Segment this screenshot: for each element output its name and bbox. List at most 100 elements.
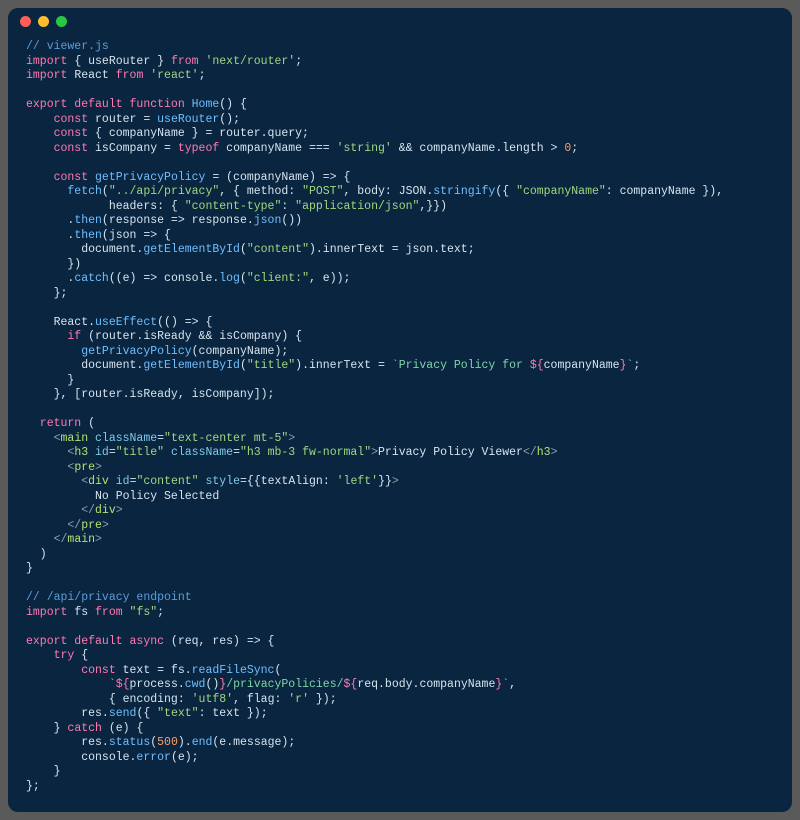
code-block: // viewer.js import { useRouter } from '… [8, 34, 792, 812]
t: React. [26, 316, 95, 329]
zoom-icon[interactable] [56, 16, 67, 27]
t: main [61, 432, 89, 445]
t: ( [240, 272, 247, 285]
t: 'left' [337, 475, 378, 488]
t: > [102, 519, 109, 532]
t: { [74, 649, 88, 662]
t: (e) { [102, 722, 143, 735]
t: }} [378, 475, 392, 488]
t: > [371, 446, 378, 459]
t: (router.isReady && isCompany) { [81, 330, 302, 343]
t: ; [571, 142, 578, 155]
t: 'react' [143, 69, 198, 82]
t: && companyName.length > [392, 142, 565, 155]
t: res. [26, 707, 109, 720]
t: } [26, 562, 33, 575]
t: "POST" [302, 185, 343, 198]
t: "text-center mt-5" [164, 432, 288, 445]
t: getElementById [143, 359, 240, 372]
t: export default function [26, 98, 185, 111]
t: typeof [178, 142, 219, 155]
t: req.body.companyName [357, 678, 495, 691]
t: companyName [544, 359, 620, 372]
t: ( [102, 185, 109, 198]
t: end [192, 736, 213, 749]
minimize-icon[interactable] [38, 16, 49, 27]
t: , [509, 678, 516, 691]
t: catch [74, 272, 109, 285]
t: } [26, 765, 61, 778]
t: import [26, 55, 67, 68]
t: ${ [116, 678, 130, 691]
t: Privacy Policy Viewer [378, 446, 523, 459]
t: router = [88, 113, 157, 126]
t: text = fs. [116, 664, 192, 677]
t: stringify [433, 185, 495, 198]
close-icon[interactable] [20, 16, 31, 27]
t: ({ [136, 707, 157, 720]
t: > [392, 475, 399, 488]
t: const [26, 664, 116, 677]
t: h3 [74, 446, 88, 459]
t: < [26, 475, 88, 488]
t: h3 [537, 446, 551, 459]
t: div [95, 504, 116, 517]
t: useRouter [157, 113, 219, 126]
t: > [95, 533, 102, 546]
t: ; [295, 55, 302, 68]
t: Home [185, 98, 220, 111]
t: id [88, 446, 109, 459]
t: (response => response. [102, 214, 254, 227]
t: = [233, 446, 240, 459]
t: ( [274, 664, 281, 677]
t: cwd [185, 678, 206, 691]
t: , { method: [219, 185, 302, 198]
t: /privacyPolicies/ [226, 678, 343, 691]
t: pre [81, 519, 102, 532]
t: . [26, 214, 74, 227]
t: import [26, 606, 67, 619]
t: console. [26, 751, 136, 764]
t: from [171, 55, 199, 68]
t: = [157, 432, 164, 445]
t: > [95, 461, 102, 474]
t: </ [26, 533, 67, 546]
t: then [74, 229, 102, 242]
t: ) [26, 548, 47, 561]
t: 'string' [337, 142, 392, 155]
t: log [219, 272, 240, 285]
t: pre [74, 461, 95, 474]
t: "title" [116, 446, 164, 459]
t: return [26, 417, 81, 430]
t: ).innerText = [295, 359, 392, 372]
t: style [199, 475, 240, 488]
t: send [109, 707, 137, 720]
t: "title" [247, 359, 295, 372]
t: () [205, 678, 219, 691]
t: className [164, 446, 233, 459]
t: { useRouter } [67, 55, 171, 68]
t: json [254, 214, 282, 227]
t: getPrivacyPolicy [88, 171, 205, 184]
t: "content" [247, 243, 309, 256]
t: ).innerText = json.text; [309, 243, 475, 256]
code-comment: // viewer.js [26, 40, 109, 53]
t: > [288, 432, 295, 445]
t: No Policy Selected [26, 490, 219, 503]
t: ; [199, 69, 206, 82]
t: isCompany = [88, 142, 178, 155]
t: "application/json" [295, 200, 419, 213]
t: getElementById [143, 243, 240, 256]
t: }) [26, 258, 81, 271]
t: ; [633, 359, 640, 372]
t: const [26, 127, 88, 140]
t: res. [26, 736, 109, 749]
t: (req, res) => { [164, 635, 274, 648]
t: readFileSync [192, 664, 275, 677]
t: }; [26, 780, 40, 793]
t: . [26, 272, 74, 285]
t: {{textAlign: [247, 475, 337, 488]
t: (() => { [157, 316, 212, 329]
t: `Privacy Policy for [392, 359, 530, 372]
t: (); [219, 113, 240, 126]
